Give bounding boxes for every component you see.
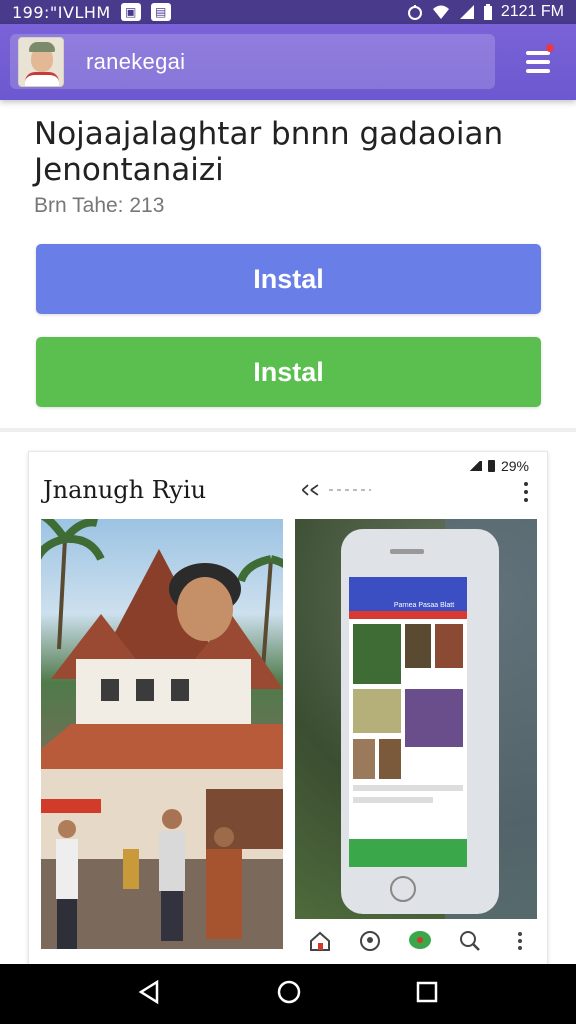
preview-card: 29% Jnanugh Ryiu Parnea Pasaa Blatt xyxy=(28,451,548,971)
gallery-icon: ▤ xyxy=(150,3,171,21)
status-clock: 2121 FM xyxy=(500,3,564,20)
search-bar[interactable]: ranekegai xyxy=(10,34,495,89)
divider xyxy=(0,428,576,432)
card-bottom-nav xyxy=(295,920,545,962)
screenshot-image-left xyxy=(41,519,283,949)
install-button-primary[interactable]: Instal xyxy=(36,244,541,314)
screenshot-image-right: Parnea Pasaa Blatt xyxy=(295,519,537,919)
search-icon[interactable] xyxy=(456,927,484,955)
battery-icon xyxy=(487,460,495,472)
search-input[interactable]: ranekegai xyxy=(86,49,185,75)
page-subtitle: Brn Tahe: 213 xyxy=(34,194,165,217)
phone-app-header: Parnea Pasaa Blatt xyxy=(393,602,455,609)
image-icon: ▣ xyxy=(120,3,141,21)
notification-badge xyxy=(546,44,554,52)
back-icon[interactable] xyxy=(137,979,163,1010)
app-bar: ranekegai xyxy=(0,24,576,100)
temple-scene-image xyxy=(41,519,283,949)
phone-mockup-image xyxy=(341,519,537,919)
install-button-secondary[interactable]: Instal xyxy=(36,337,541,407)
card-status-bar: 29% xyxy=(467,458,529,474)
card-title: Jnanugh Ryiu xyxy=(43,476,207,504)
home-icon[interactable] xyxy=(306,927,334,955)
status-time: 199:"IVLHM xyxy=(12,2,111,22)
system-nav-bar xyxy=(0,964,576,1024)
overflow-icon[interactable] xyxy=(506,927,534,955)
status-bar: 199:"IVLHM ▣ ▤ 2121 FM xyxy=(0,0,576,24)
signal-icon xyxy=(467,461,482,471)
recents-icon[interactable] xyxy=(415,980,439,1009)
home-button-icon[interactable] xyxy=(276,979,302,1010)
battery-icon xyxy=(483,4,492,20)
alarm-icon xyxy=(407,5,422,20)
profile-icon[interactable] xyxy=(356,927,384,955)
wifi-icon xyxy=(432,5,449,19)
menu-icon[interactable] xyxy=(520,42,556,82)
chat-icon[interactable] xyxy=(406,927,434,955)
share-icon[interactable] xyxy=(301,478,371,502)
card-battery-text: 29% xyxy=(500,458,529,474)
more-options-icon[interactable] xyxy=(523,482,529,502)
signal-icon xyxy=(459,5,474,19)
status-icons: 2121 FM xyxy=(407,3,564,21)
page-title: Nojaajalaghtar bnnn gadaoian Jenontanaiz… xyxy=(34,116,504,188)
avatar[interactable] xyxy=(18,36,64,87)
